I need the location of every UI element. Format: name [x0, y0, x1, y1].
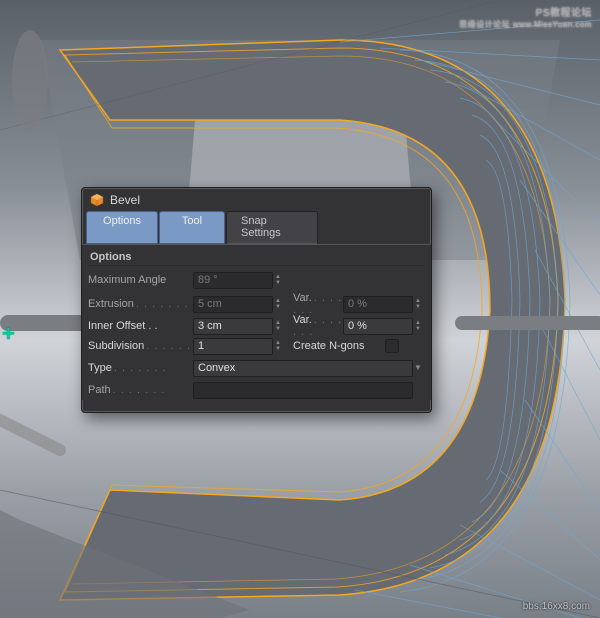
label-extrusion-var: Var. [283, 292, 343, 316]
tab-snap-settings[interactable]: Snap Settings [226, 211, 318, 244]
field-inner-offset-var[interactable]: 0 % [343, 318, 413, 335]
field-inner-offset[interactable]: 3 cm [193, 318, 273, 335]
bevel-panel: Bevel Options Tool Snap Settings Options… [81, 187, 432, 413]
label-path: Path [88, 384, 193, 396]
label-extrusion: Extrusion [88, 298, 193, 310]
tab-bar: Options Tool Snap Settings [82, 211, 431, 244]
tab-tool[interactable]: Tool [159, 211, 225, 244]
spinner-extrusion-var[interactable] [413, 296, 423, 313]
row-extrusion: Extrusion 5 cm Var. 0 % [88, 292, 425, 312]
field-path[interactable] [193, 382, 413, 399]
row-path: Path [88, 380, 425, 400]
checkbox-create-ngons[interactable] [385, 339, 399, 353]
field-subdivision[interactable]: 1 [193, 338, 273, 355]
label-subdivision: Subdivision [88, 340, 193, 352]
watermark-bottom: bbs.16xx8.com [523, 601, 590, 612]
tab-body: Options Maximum Angle 89 ° Extrusion 5 c… [82, 244, 431, 400]
label-create-ngons: Create N-gons [283, 340, 381, 352]
label-max-angle: Maximum Angle [88, 274, 193, 286]
field-max-angle[interactable]: 89 ° [193, 272, 273, 289]
label-inner-offset-var: Var. [283, 314, 343, 338]
cube-icon [90, 193, 104, 207]
watermark-top: PS教程论坛 思缘设计论坛 www.MissYuan.com [459, 4, 592, 30]
spinner-inner-offset-var[interactable] [413, 318, 423, 335]
section-label: Options [88, 247, 425, 266]
spinner-extrusion[interactable] [273, 296, 283, 313]
row-type: Type Convex [88, 358, 425, 378]
field-extrusion[interactable]: 5 cm [193, 296, 273, 313]
spinner-inner-offset[interactable] [273, 318, 283, 335]
spinner-max-angle[interactable] [273, 272, 283, 289]
dropdown-type-icon[interactable] [413, 360, 423, 377]
spinner-subdivision[interactable] [273, 338, 283, 355]
type-value: Convex [198, 362, 235, 374]
row-subdivision: Subdivision 1 Create N-gons [88, 336, 425, 356]
label-type: Type [88, 362, 193, 374]
panel-title-bar[interactable]: Bevel [82, 188, 431, 211]
tab-options[interactable]: Options [86, 211, 158, 244]
panel-title: Bevel [110, 193, 140, 207]
label-inner-offset: Inner Offset . . [88, 320, 193, 332]
row-inner-offset: Inner Offset . . 3 cm Var. 0 % [88, 314, 425, 334]
field-extrusion-var[interactable]: 0 % [343, 296, 413, 313]
row-max-angle: Maximum Angle 89 ° [88, 270, 425, 290]
field-type[interactable]: Convex [193, 360, 413, 377]
